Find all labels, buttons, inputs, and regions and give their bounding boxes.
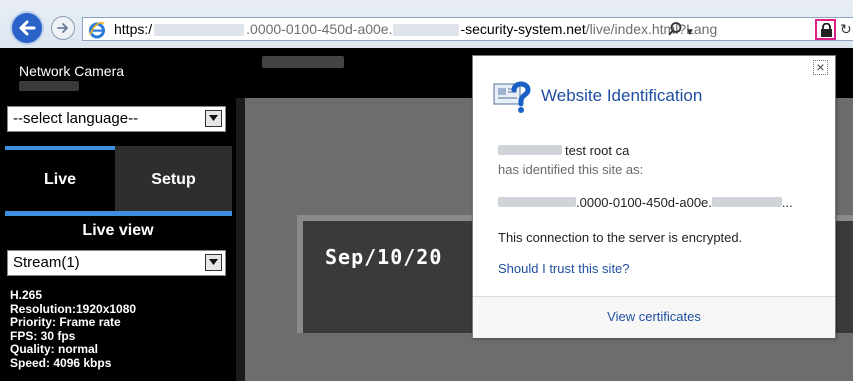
browser-toolbar: https:/ .0000-0100-450d-a00e. -security-sy… — [0, 0, 853, 48]
url-scheme: https:/ — [114, 21, 153, 37]
dropdown-arrow-icon[interactable]: ▼ — [685, 22, 695, 40]
website-identification-popup: × Website Identification test root ca ha… — [472, 55, 836, 338]
stream-select-value: Stream(1) — [13, 254, 80, 271]
page-title: Network Camera — [19, 63, 125, 79]
site-host-part: .0000-0100-450d-a00e. — [576, 195, 712, 210]
url-text: https:/ .0000-0100-450d-a00e. -security-sy… — [114, 18, 717, 40]
stream-fps: FPS: 30 fps — [10, 328, 76, 343]
url-host-part: .0000-0100-450d-a00e. — [246, 21, 393, 37]
forward-button[interactable] — [51, 16, 75, 40]
forward-arrow-icon — [57, 23, 68, 33]
stream-priority: Priority: Frame rate — [10, 315, 121, 329]
address-bar[interactable]: https:/ .0000-0100-450d-a00e. -security-sy… — [82, 17, 853, 41]
stream-select[interactable]: Stream(1) — [7, 250, 226, 276]
security-lock-button[interactable] — [815, 19, 836, 40]
stream-resolution: Resolution:1920x1080 — [10, 301, 137, 316]
language-select-value: --select language-- — [13, 110, 139, 127]
ie-logo-icon — [89, 22, 105, 39]
redacted-text — [154, 24, 245, 37]
issuer-name: test root ca — [565, 143, 630, 158]
identified-site: .0000-0100-450d-a00e.... — [498, 195, 793, 210]
popup-footer: View certificates — [473, 296, 835, 338]
encryption-status: This connection to the server is encrypt… — [498, 230, 743, 245]
chevron-down-icon — [205, 254, 222, 271]
close-button[interactable]: × — [813, 60, 828, 75]
chevron-down-icon — [205, 110, 222, 127]
redacted-text — [711, 197, 782, 207]
refresh-icon[interactable]: ↻ — [840, 21, 852, 38]
tab-live[interactable]: Live — [5, 146, 115, 211]
popup-title: Website Identification — [541, 86, 703, 105]
trust-link[interactable]: Should I trust this site? — [498, 261, 630, 276]
site-suffix: ... — [781, 195, 793, 210]
identified-text: has identified this site as: — [498, 162, 644, 177]
redacted-text — [393, 24, 460, 37]
tab-underline — [5, 211, 232, 216]
stream-codec: H.265 — [10, 288, 43, 302]
sidebar: --select language-- Live Setup Live view… — [0, 98, 236, 381]
live-view-heading: Live view — [82, 222, 154, 239]
redacted-text — [498, 197, 576, 207]
url-path: /live/index.html?Lang — [585, 21, 718, 37]
video-timestamp: Sep/10/20 — [325, 245, 443, 269]
stream-info: H.265 Resolution:1920x1080 Priority: Fra… — [10, 288, 137, 370]
certificate-question-icon — [493, 81, 531, 113]
stream-quality: Quality: normal — [10, 342, 99, 356]
language-select[interactable]: --select language-- — [7, 106, 226, 132]
redacted-model-name — [19, 81, 79, 91]
lock-icon — [821, 23, 832, 37]
redacted-text — [498, 145, 562, 155]
stream-speed: Speed: 4096 kbps — [10, 355, 112, 370]
search-icon[interactable] — [667, 21, 683, 37]
view-certificates-link[interactable]: View certificates — [473, 309, 835, 324]
back-button[interactable] — [10, 11, 44, 45]
url-domain: -security-system.net — [460, 21, 586, 37]
tab-setup[interactable]: Setup — [115, 146, 232, 211]
certificate-issuer: test root ca — [498, 143, 629, 158]
redacted-model-label — [262, 56, 344, 68]
back-arrow-icon — [19, 20, 36, 36]
